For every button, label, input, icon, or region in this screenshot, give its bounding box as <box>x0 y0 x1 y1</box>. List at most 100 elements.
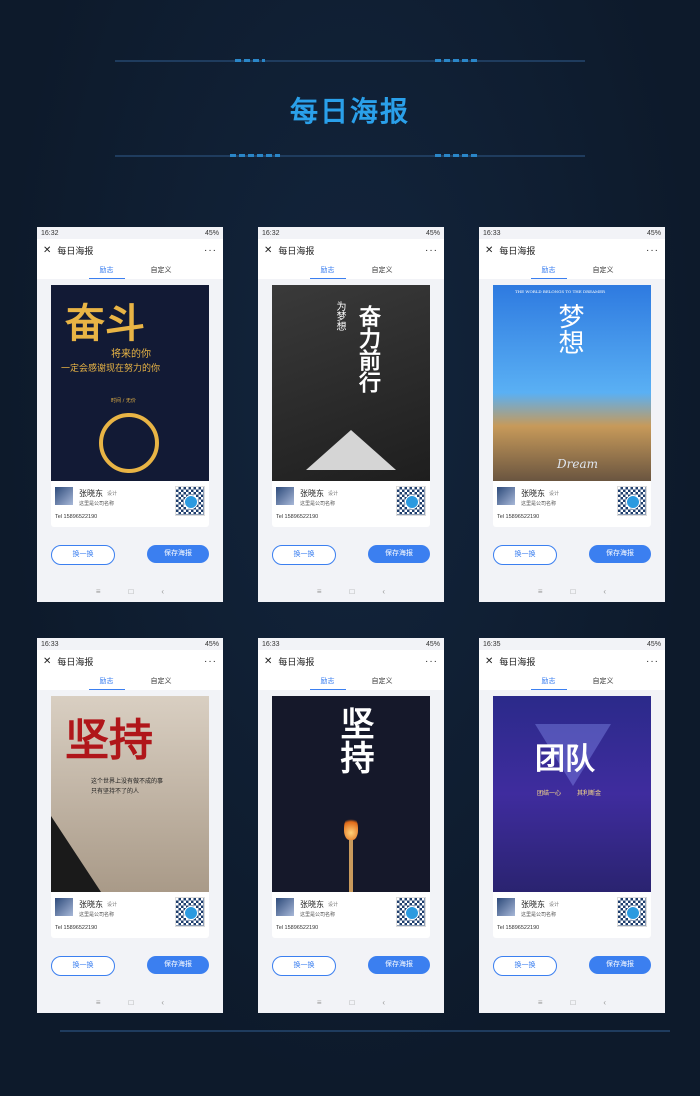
poster-sub-text-2: 其利断金 <box>577 790 602 797</box>
qr-logo-icon <box>184 495 198 509</box>
tab-inspiration[interactable]: 励志 <box>530 672 567 690</box>
menu-icon[interactable]: ≡ <box>538 587 543 596</box>
status-bar: 16:33 45% <box>37 638 223 650</box>
swap-button[interactable]: 换一换 <box>493 956 557 976</box>
home-square-icon[interactable]: □ <box>129 587 134 596</box>
home-square-icon[interactable]: □ <box>571 998 576 1007</box>
back-chevron-icon[interactable]: ‹ <box>603 587 606 596</box>
menu-icon[interactable]: ≡ <box>96 998 101 1007</box>
save-poster-button[interactable]: 保存海报 <box>368 545 430 563</box>
header-dash-left <box>235 59 265 62</box>
swap-button[interactable]: 换一换 <box>272 545 336 565</box>
tab-custom[interactable]: 自定义 <box>151 672 172 690</box>
menu-icon[interactable]: ≡ <box>317 587 322 596</box>
tab-custom[interactable]: 自定义 <box>372 261 393 279</box>
status-bar: 16:35 45% <box>479 638 665 650</box>
poster-main-text: 奋斗 <box>65 300 145 347</box>
tab-custom[interactable]: 自定义 <box>151 261 172 279</box>
tab-custom[interactable]: 自定义 <box>593 261 614 279</box>
menu-icon[interactable]: ≡ <box>538 998 543 1007</box>
company-name: 这里是公司名称 <box>79 501 115 507</box>
save-poster-button[interactable]: 保存海报 <box>589 956 651 974</box>
user-name: 张晓东 <box>79 900 103 909</box>
poster-road-text: Dream <box>557 457 598 471</box>
more-icon[interactable]: ··· <box>425 656 438 667</box>
app-title: 每日海报 <box>499 245 536 256</box>
save-poster-button[interactable]: 保存海报 <box>368 956 430 974</box>
header-dash-right <box>435 59 480 62</box>
tab-inspiration[interactable]: 励志 <box>309 261 346 279</box>
user-card: 张晓东 设计 这里是公司名称 Tel 15896522190 <box>272 481 430 527</box>
more-icon[interactable]: ··· <box>646 656 659 667</box>
home-square-icon[interactable]: □ <box>129 998 134 1007</box>
poster-sub-text: 这个世界上没有做不成的事 <box>91 778 164 785</box>
close-icon[interactable]: ✕ <box>264 245 272 256</box>
status-bar: 16:32 45% <box>37 227 223 239</box>
menu-icon[interactable]: ≡ <box>96 587 101 596</box>
close-icon[interactable]: ✕ <box>264 656 272 667</box>
save-poster-button[interactable]: 保存海报 <box>147 545 209 563</box>
tab-custom[interactable]: 自定义 <box>372 672 393 690</box>
rock-silhouette <box>51 816 101 892</box>
qr-code <box>617 486 647 516</box>
tab-inspiration[interactable]: 励志 <box>88 261 125 279</box>
phone-screen-3: 16:33 45% ✕ 每日海报 ··· 励志 自定义 THE WORLD BELONG… <box>479 227 665 602</box>
more-icon[interactable]: ··· <box>204 245 217 256</box>
user-card: 张晓东 设计 这里是公司名称 Tel 15896522190 <box>272 892 430 938</box>
home-square-icon[interactable]: □ <box>350 998 355 1007</box>
avatar <box>497 487 515 505</box>
tel: Tel 15896522190 <box>55 925 98 931</box>
poster-top-text: THE WORLD BELONGS TO THE DREAMER <box>515 289 606 294</box>
app-title: 每日海报 <box>57 656 94 667</box>
close-icon[interactable]: ✕ <box>485 245 493 256</box>
swap-button[interactable]: 换一换 <box>493 545 557 565</box>
home-square-icon[interactable]: □ <box>571 587 576 596</box>
menu-icon[interactable]: ≡ <box>317 998 322 1007</box>
swap-button[interactable]: 换一换 <box>272 956 336 976</box>
user-role: 设计 <box>107 491 118 497</box>
user-role: 设计 <box>549 491 560 497</box>
user-card: 张晓东 设计 这里是公司名称 Tel 15896522190 <box>51 481 209 527</box>
home-square-icon[interactable]: □ <box>350 587 355 596</box>
back-chevron-icon[interactable]: ‹ <box>382 587 385 596</box>
avatar <box>497 898 515 916</box>
more-icon[interactable]: ··· <box>204 656 217 667</box>
qr-code <box>175 897 205 927</box>
tab-inspiration[interactable]: 励志 <box>530 261 567 279</box>
company-name: 这里是公司名称 <box>79 912 115 918</box>
company-name: 这里是公司名称 <box>521 912 557 918</box>
app-title: 每日海报 <box>278 245 315 256</box>
page-title: 每日海报 <box>289 96 410 127</box>
close-icon[interactable]: ✕ <box>43 656 51 667</box>
save-poster-button[interactable]: 保存海报 <box>589 545 651 563</box>
back-chevron-icon[interactable]: ‹ <box>382 998 385 1007</box>
poster-image: 奋斗 将来的你 一定会感谢现在努力的你 时间 / 无价 <box>51 285 209 481</box>
swap-button[interactable]: 换一换 <box>51 545 115 565</box>
more-icon[interactable]: ··· <box>425 245 438 256</box>
swap-button[interactable]: 换一换 <box>51 956 115 976</box>
poster-image: 坚持 这个世界上没有做不成的事 只有坚持不了的人 <box>51 696 209 892</box>
back-chevron-icon[interactable]: ‹ <box>603 998 606 1007</box>
more-icon[interactable]: ··· <box>646 245 659 256</box>
back-chevron-icon[interactable]: ‹ <box>161 998 164 1007</box>
poster-sub-text-2: 只有坚持不了的人 <box>91 788 140 795</box>
qr-code <box>617 897 647 927</box>
tab-custom[interactable]: 自定义 <box>593 672 614 690</box>
tel: Tel 15896522190 <box>497 514 540 520</box>
save-poster-button[interactable]: 保存海报 <box>147 956 209 974</box>
qr-logo-icon <box>626 906 640 920</box>
poster-sub-text: 为梦想 <box>334 301 345 331</box>
user-card: 张晓东 设计 这里是公司名称 Tel 15896522190 <box>493 892 651 938</box>
header-line-top <box>115 60 585 62</box>
app-title: 每日海报 <box>278 656 315 667</box>
close-icon[interactable]: ✕ <box>485 656 493 667</box>
back-chevron-icon[interactable]: ‹ <box>161 587 164 596</box>
poster-main-text: 奋力前行 <box>355 305 381 393</box>
company-name: 这里是公司名称 <box>300 501 336 507</box>
avatar <box>276 898 294 916</box>
tab-inspiration[interactable]: 励志 <box>309 672 346 690</box>
nav-bar: ≡ □ ‹ <box>258 580 444 602</box>
tab-inspiration[interactable]: 励志 <box>88 672 125 690</box>
qr-logo-icon <box>184 906 198 920</box>
close-icon[interactable]: ✕ <box>43 245 51 256</box>
